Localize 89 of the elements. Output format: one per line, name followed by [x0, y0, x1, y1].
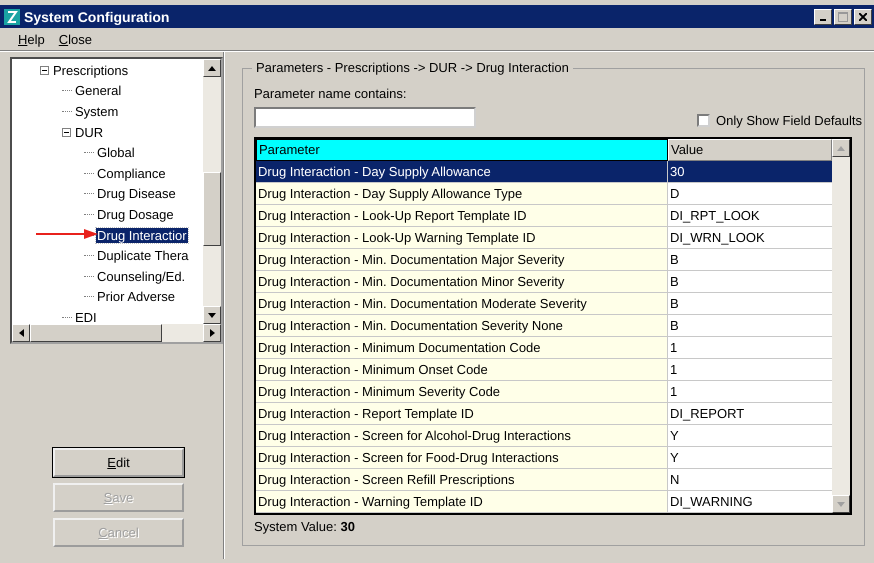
table-row[interactable]: Drug Interaction - Minimum Severity Code 1 — [256, 381, 832, 403]
table-cell: Drug Interaction - Min. Documentation Severity None — [256, 315, 668, 337]
table-cell: Drug Interaction - Report Template ID — [256, 403, 668, 425]
close-icon — [859, 12, 867, 20]
menu-item[interactable]: Help — [18, 32, 45, 46]
table-row[interactable]: Drug Interaction - Report Template ID DI_REPORT — [256, 403, 832, 425]
collapse-icon[interactable] — [40, 66, 49, 75]
table-cell: Drug Interaction - Minimum Documentation Code — [256, 337, 668, 359]
table-cell: Drug Interaction - Minimum Severity Code — [256, 381, 668, 403]
column-header[interactable]: Parameter — [256, 139, 668, 161]
scroll-up-icon[interactable] — [208, 66, 216, 70]
table-cell: Drug Interaction - Min. Documentation Moderate Severity — [256, 293, 668, 315]
tree-item[interactable]: Compliance — [96, 166, 167, 181]
table-row[interactable]: Drug Interaction - Look-Up Report Template ID DI_RPT_LOOK — [256, 205, 832, 227]
table-cell: Drug Interaction - Screen Refill Prescriptions — [256, 469, 668, 491]
action-button[interactable]: Edit — [53, 448, 184, 477]
minimize-button[interactable] — [814, 8, 832, 24]
table-cell: 1 — [668, 359, 832, 381]
table-row[interactable]: Drug Interaction - Min. Documentation Moderate Severity B — [256, 293, 832, 315]
table-cell: Drug Interaction - Day Supply Allowance — [256, 161, 668, 183]
pointer-arrow — [36, 229, 98, 239]
menu-item[interactable]: Close — [58, 32, 92, 46]
table-cell: Drug Interaction - Screen for Food-Drug Interactions — [256, 447, 668, 469]
maximize-button[interactable] — [834, 8, 852, 24]
tree-item[interactable]: Global — [96, 145, 136, 160]
table-row[interactable]: Drug Interaction - Screen for Food-Drug Interactions Y — [256, 447, 832, 469]
tree-item[interactable]: Drug Disease — [96, 186, 177, 202]
table-cell: B — [668, 249, 832, 271]
table-cell: Y — [668, 447, 832, 469]
table-cell: Drug Interaction - Screen for Alcohol-Drug Interactions — [256, 425, 668, 447]
table-cell: 1 — [668, 337, 832, 359]
table-cell: Drug Interaction - Day Supply Allowance Type — [256, 183, 668, 205]
close-button[interactable] — [854, 8, 872, 24]
table-cell: D — [668, 183, 832, 205]
table-cell: 30 — [668, 161, 832, 183]
table-cell: Drug Interaction - Look-Up Report Template ID — [256, 205, 668, 227]
checkbox[interactable] — [697, 114, 710, 127]
table-cell: DI_WRN_LOOK — [668, 227, 832, 249]
system-value: System Value: 30 — [254, 519, 356, 534]
window-title: System Configuration — [24, 8, 170, 24]
tree-item[interactable]: General — [74, 83, 122, 98]
table-cell: Drug Interaction - Min. Documentation Minor Severity — [256, 271, 668, 293]
table-cell: Drug Interaction - Minimum Onset Code — [256, 359, 668, 381]
table-cell: N — [668, 469, 832, 491]
table-row[interactable]: Drug Interaction - Day Supply Allowance 30 — [256, 161, 832, 183]
table-row[interactable]: Drug Interaction - Day Supply Allowance Type D — [256, 183, 832, 205]
tree-item[interactable]: EDI — [74, 310, 98, 324]
minimize-icon — [820, 18, 826, 20]
table-row[interactable]: Drug Interaction - Look-Up Warning Template ID DI_WRN_LOOK — [256, 227, 832, 249]
filter-field[interactable] — [254, 107, 476, 128]
tree-item[interactable]: System — [74, 104, 120, 119]
table-row[interactable]: Drug Interaction - Screen Refill Prescriptions N — [256, 469, 832, 491]
maximize-icon — [838, 12, 848, 22]
scroll-down-icon[interactable] — [208, 312, 216, 318]
filter-label: Parameter name contains: — [254, 86, 408, 101]
table-cell: B — [668, 271, 832, 293]
vertical-scrollbar[interactable] — [203, 59, 221, 324]
tree-item[interactable]: Drug Dosage — [96, 206, 175, 222]
table-row[interactable]: Drug Interaction - Minimum Onset Code 1 — [256, 359, 832, 381]
table-cell: Drug Interaction - Look-Up Warning Template ID — [256, 227, 668, 249]
table-cell: B — [668, 315, 832, 337]
table-row[interactable]: Drug Interaction - Screen for Alcohol-Drug Interactions Y — [256, 425, 832, 447]
table-cell: DI_REPORT — [668, 403, 832, 425]
column-header[interactable]: Value — [668, 139, 832, 161]
table-cell: B — [668, 293, 832, 315]
table-row[interactable]: Drug Interaction - Minimum Documentation Code 1 — [256, 337, 832, 359]
table-cell: Drug Interaction - Min. Documentation Major Severity — [256, 249, 668, 271]
tree-item[interactable]: Counseling/Ed. — [96, 268, 186, 284]
table-row[interactable]: Drug Interaction - Min. Documentation Minor Severity B — [256, 271, 832, 293]
checkbox-label: Only Show Field Defaults — [716, 113, 862, 128]
table-cell: Y — [668, 425, 832, 447]
tree-item[interactable]: Drug Interactior — [96, 228, 188, 243]
table-cell: DI_RPT_LOOK — [668, 205, 832, 227]
app-icon — [4, 8, 20, 24]
tree-item[interactable]: Duplicate Thera — [96, 248, 190, 264]
table-cell: 1 — [668, 381, 832, 403]
table-cell: DI_WARNING — [668, 491, 832, 513]
group-title: Parameters - Prescriptions -> DUR -> Drug Interaction — [252, 60, 573, 75]
collapse-icon[interactable] — [62, 128, 71, 137]
table-row[interactable]: Drug Interaction - Min. Documentation Major Severity B — [256, 249, 832, 271]
scroll-right-icon[interactable] — [210, 329, 214, 337]
horizontal-scrollbar[interactable] — [12, 324, 221, 342]
scroll-left-icon[interactable] — [18, 329, 24, 337]
table-row[interactable]: Drug Interaction - Min. Documentation Severity None B — [256, 315, 832, 337]
tree-item[interactable]: DUR — [74, 124, 104, 140]
tree-item[interactable]: Prescriptions — [52, 62, 130, 78]
table-cell: Drug Interaction - Warning Template ID — [256, 491, 668, 513]
table-row[interactable]: Drug Interaction - Warning Template ID DI_WARNING — [256, 491, 832, 513]
tree-item[interactable]: Prior Adverse — [96, 289, 176, 304]
